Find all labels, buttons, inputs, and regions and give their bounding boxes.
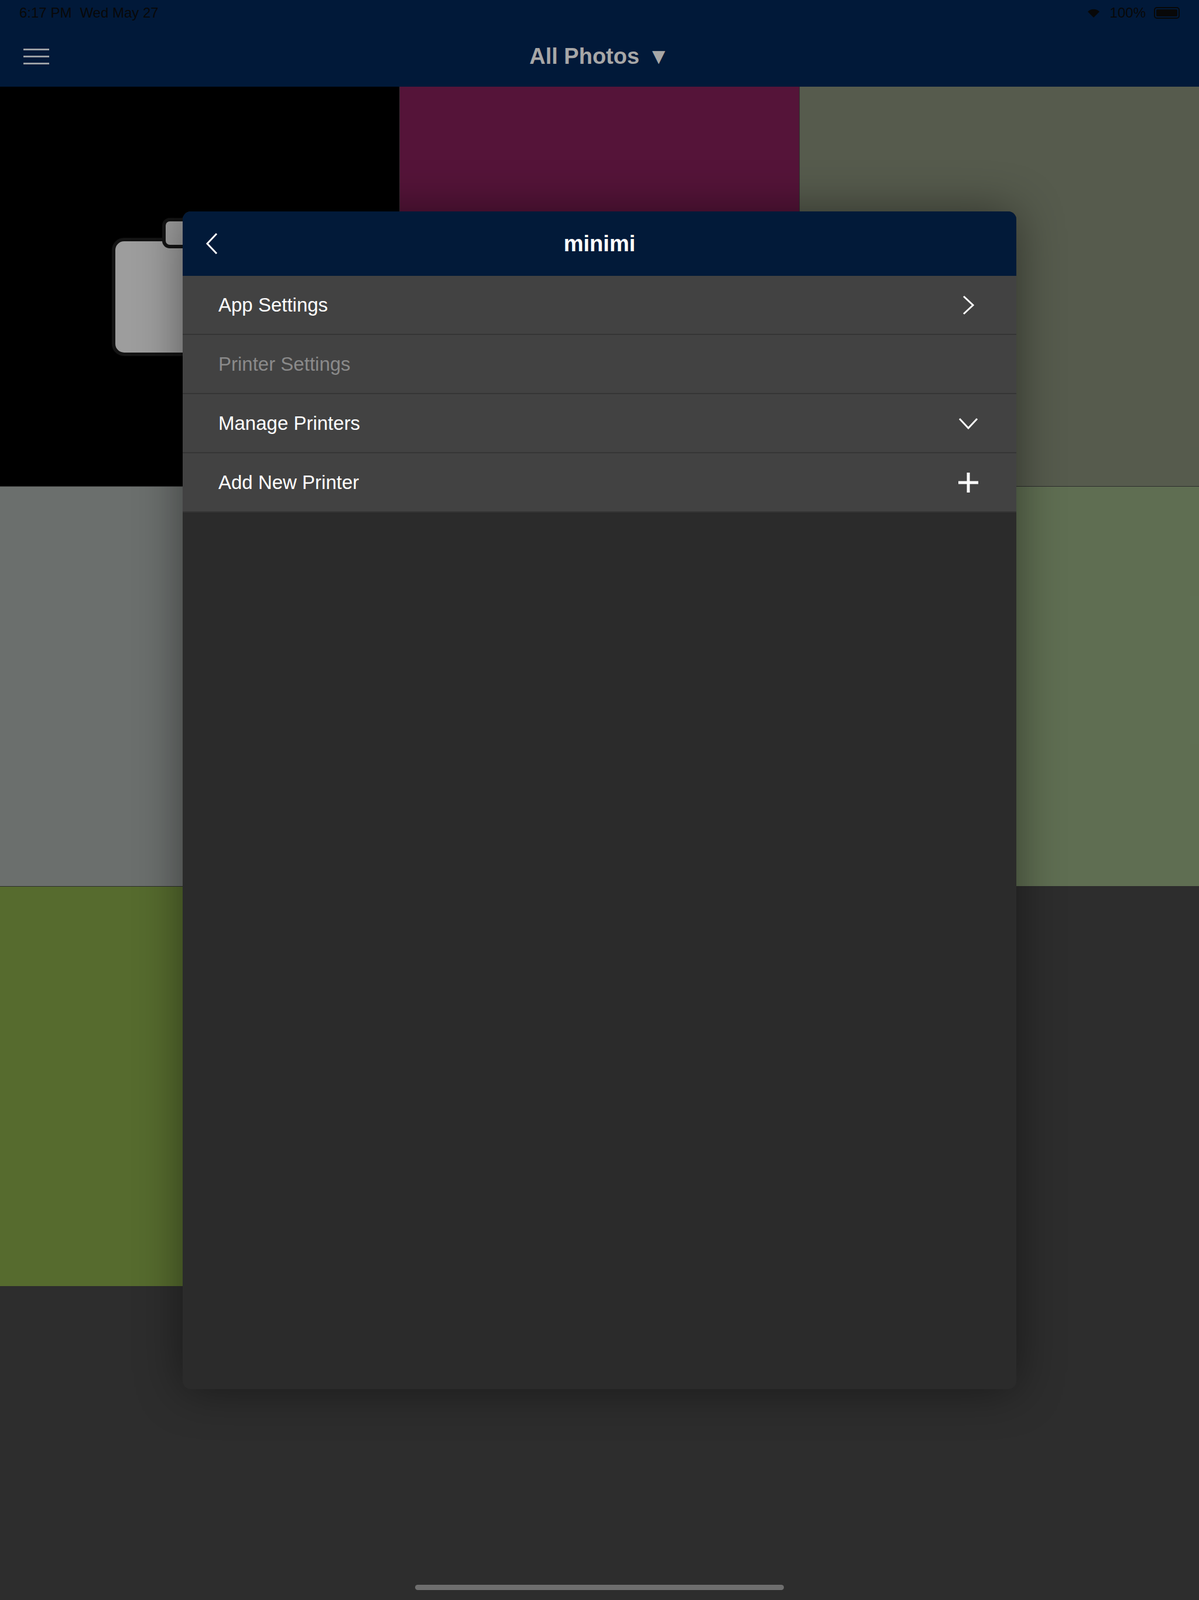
row-icon-box bbox=[955, 410, 982, 437]
settings-row-label: Printer Settings bbox=[218, 353, 351, 376]
dialog-title: minimi bbox=[563, 231, 636, 257]
settings-row[interactable]: Add New Printer bbox=[182, 453, 1017, 513]
settings-row-label: Add New Printer bbox=[218, 471, 359, 494]
settings-row: Printer Settings bbox=[182, 334, 1017, 395]
chevron-down-icon bbox=[957, 416, 979, 431]
row-icon-box bbox=[955, 351, 982, 378]
settings-row[interactable]: App Settings bbox=[182, 275, 1017, 335]
settings-row-label: Manage Printers bbox=[218, 412, 361, 435]
row-icon-box bbox=[955, 469, 982, 496]
plus-icon bbox=[957, 471, 980, 494]
back-arrow-icon bbox=[204, 231, 219, 256]
settings-dialog: minimi App Settings Printer Settings Manage… bbox=[182, 211, 1017, 1389]
screen: 6:17 PMWed May 27100%All Photos▼minimiAp… bbox=[0, 0, 1199, 1600]
settings-row[interactable]: Manage Printers bbox=[182, 394, 1017, 454]
home-indicator[interactable] bbox=[415, 1584, 784, 1590]
row-icon-box bbox=[955, 292, 982, 318]
back-button[interactable] bbox=[182, 231, 242, 256]
chevron-right-icon bbox=[961, 294, 976, 316]
settings-row-label: App Settings bbox=[218, 293, 328, 317]
dialog-header: minimi bbox=[182, 211, 1017, 276]
